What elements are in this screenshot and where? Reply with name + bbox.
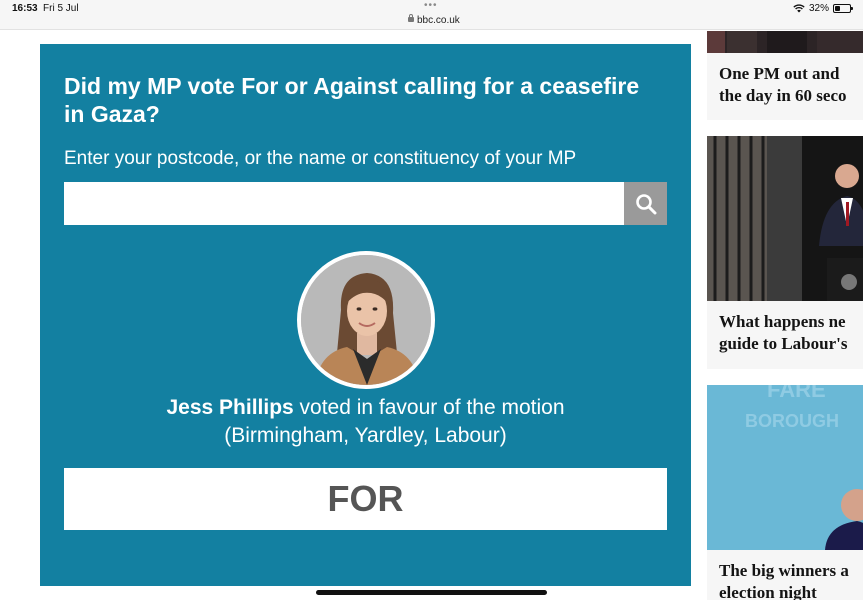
battery-icon	[833, 4, 853, 13]
status-bar: 16:53 Fri 5 Jul ••• bbc.co.uk 32%	[0, 0, 863, 30]
status-indicators: 32%	[793, 3, 853, 14]
mp-constituency: (Birmingham, Yardley, Labour)	[224, 424, 507, 447]
image-banner-text: BOROUGH	[745, 411, 839, 431]
mp-vote-summary: Jess Phillips voted in favour of the mot…	[40, 396, 691, 420]
mp-portrait	[297, 251, 435, 389]
lock-icon	[408, 14, 414, 22]
story-card[interactable]: FARE BOROUGH The big winners a election …	[707, 385, 863, 600]
story-headline[interactable]: The big winners a election night	[707, 550, 863, 600]
wifi-icon	[793, 4, 805, 13]
postcode-search-input[interactable]	[64, 182, 624, 225]
panel-title: Did my MP vote For or Against calling fo…	[64, 73, 640, 127]
multitasking-dots-icon[interactable]: •••	[424, 1, 438, 11]
svg-text:FARE: FARE	[767, 385, 826, 402]
vote-result-box: FOR	[64, 468, 667, 530]
story-thumbnail	[707, 31, 863, 53]
search-instruction: Enter your postcode, or the name or cons…	[64, 148, 577, 169]
story-thumbnail	[707, 136, 863, 301]
search-button[interactable]	[624, 182, 667, 225]
mp-vote-description: voted in favour of the motion	[293, 396, 565, 419]
mp-vote-lookup-panel: Did my MP vote For or Against calling fo…	[40, 44, 691, 586]
screen: 16:53 Fri 5 Jul ••• bbc.co.uk 32% Did my…	[0, 0, 863, 600]
status-date: Fri 5 Jul	[43, 3, 79, 14]
story-card[interactable]: What happens ne guide to Labour's	[707, 136, 863, 369]
story-thumbnail: FARE BOROUGH	[707, 385, 863, 550]
home-indicator[interactable]	[316, 590, 547, 595]
address-bar[interactable]: bbc.co.uk	[408, 14, 460, 26]
story-headline[interactable]: What happens ne guide to Labour's	[707, 301, 863, 355]
mp-name: Jess Phillips	[166, 396, 294, 419]
search-icon	[635, 193, 656, 214]
status-time: 16:53	[12, 3, 38, 14]
story-card[interactable]: One PM out and the day in 60 seco	[707, 31, 863, 120]
battery-percent: 32%	[808, 3, 829, 14]
story-headline[interactable]: One PM out and the day in 60 seco	[707, 53, 863, 107]
address-url: bbc.co.uk	[417, 15, 460, 26]
